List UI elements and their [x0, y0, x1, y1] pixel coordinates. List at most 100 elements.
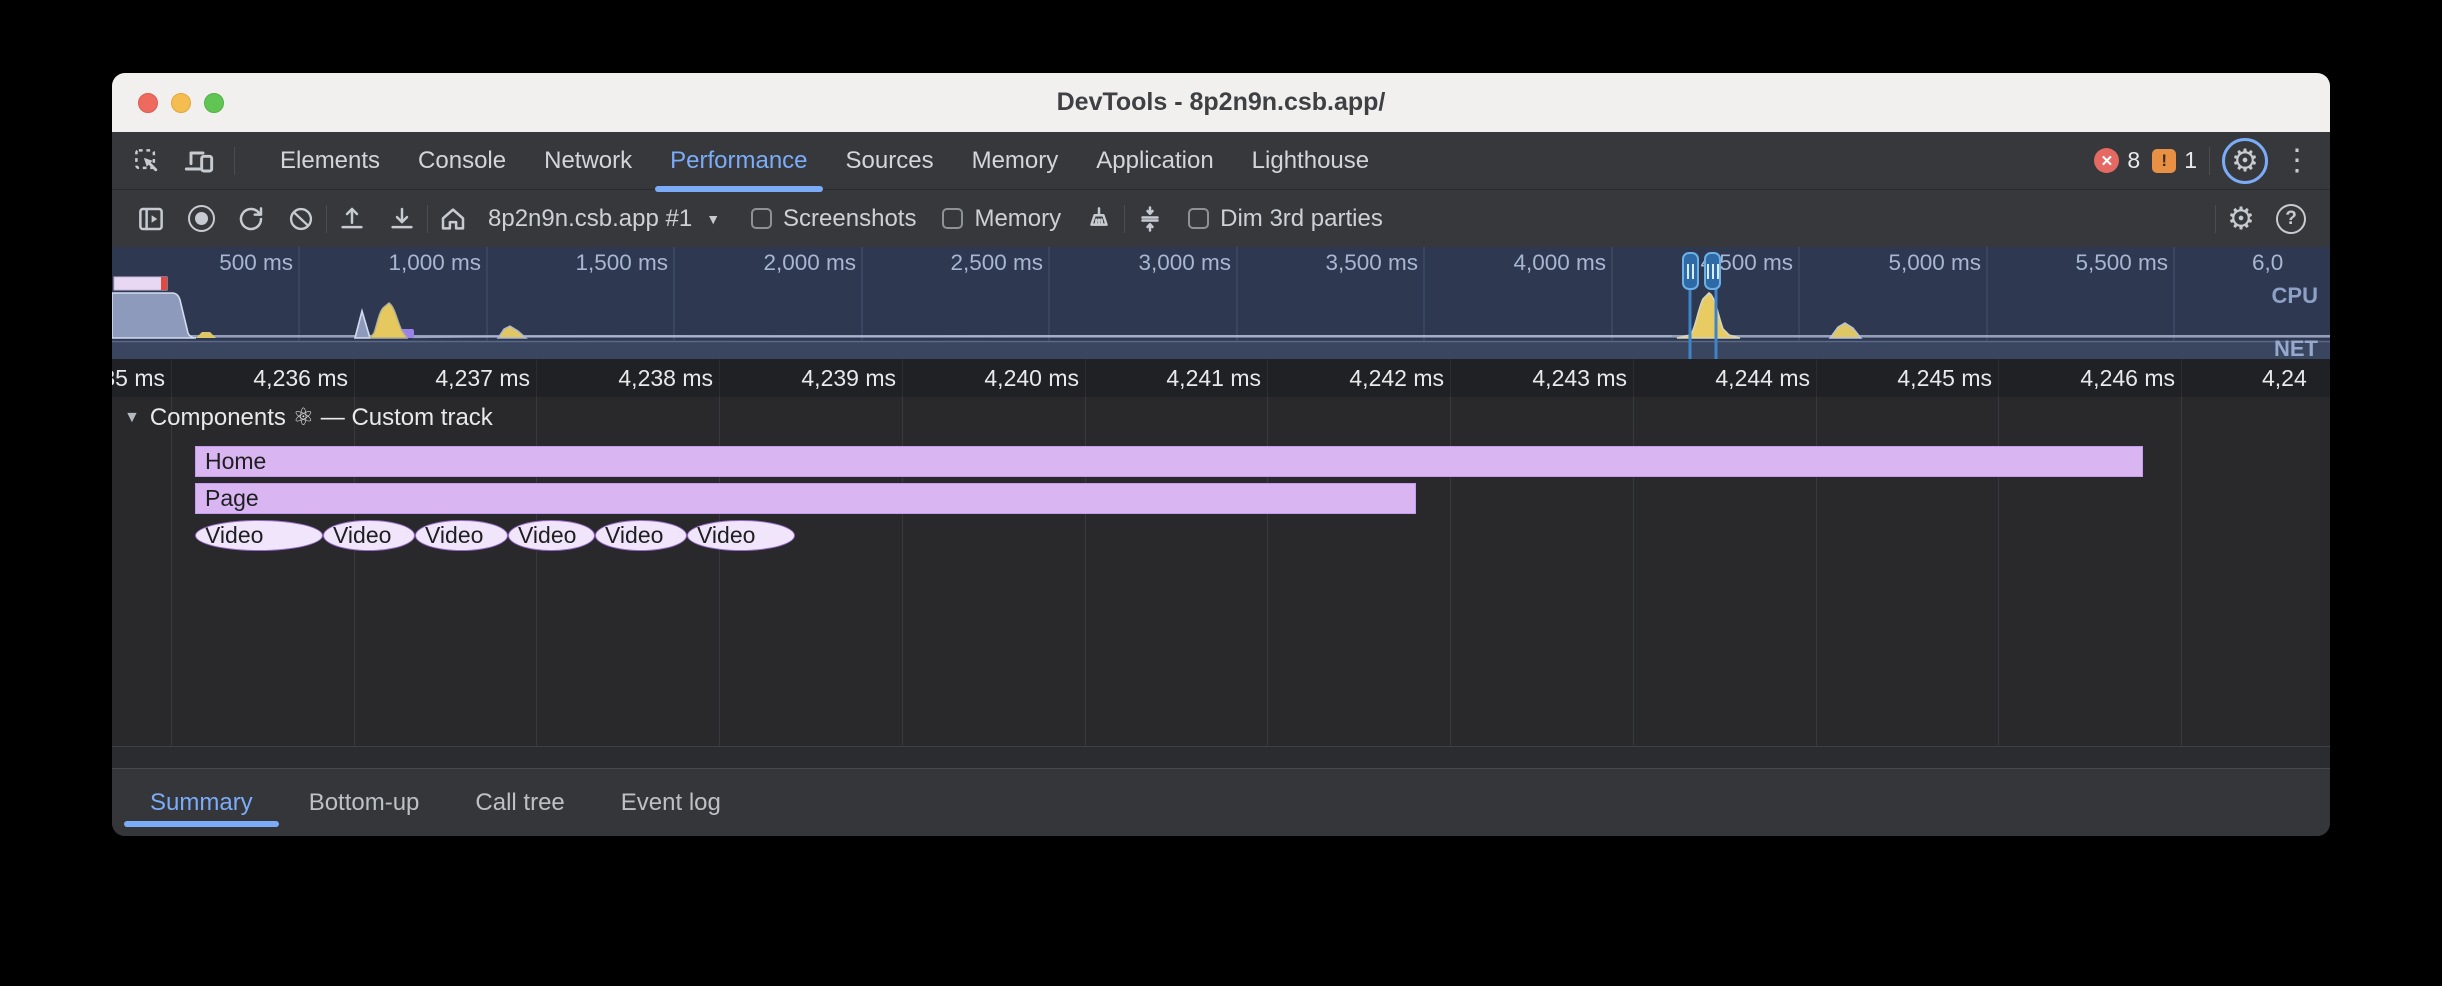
tab-console[interactable]: Console — [399, 132, 525, 189]
history-selected-item: 8p2n9n.csb.app #1 — [488, 205, 692, 233]
download-icon — [387, 204, 417, 234]
selection-window-right-handle[interactable] — [1704, 252, 1721, 290]
tabbar-right-group: ✕ 8 ! 1 ⚙ ⋮ — [2094, 132, 2330, 189]
collapse-icon — [1135, 204, 1165, 234]
issues-indicator[interactable]: ! 1 — [2152, 147, 2197, 174]
device-toolbar-icon — [183, 145, 215, 177]
minimize-window-button[interactable] — [171, 93, 191, 113]
overview-tick: 5,000 ms — [1851, 250, 1981, 276]
zoom-window-button[interactable] — [204, 93, 224, 113]
overview-tick: 500 ms — [163, 250, 293, 276]
inspect-element-button[interactable] — [130, 144, 164, 178]
record-button[interactable] — [183, 201, 219, 237]
tab-memory[interactable]: Memory — [953, 132, 1078, 189]
devtools-tabbar: Elements Console Network Performance Sou… — [112, 132, 2330, 190]
overview-tick: 3,500 ms — [1288, 250, 1418, 276]
history-dropdown[interactable]: 8p2n9n.csb.app #1 ▼ — [488, 205, 720, 233]
device-toolbar-button[interactable] — [182, 144, 216, 178]
overview-tick: 5,500 ms — [2038, 250, 2168, 276]
tab-event-log[interactable]: Event log — [593, 769, 749, 836]
tab-network[interactable]: Network — [525, 132, 651, 189]
collect-garbage-button[interactable] — [1081, 201, 1117, 237]
track-entry-video[interactable]: Video — [687, 520, 795, 551]
feedback-button[interactable]: ? — [2273, 201, 2309, 237]
ruler-tick: 4,243 ms — [1493, 359, 1627, 397]
track-entry-video[interactable]: Video — [508, 520, 595, 551]
details-tabbar: Summary Bottom-up Call tree Event log — [112, 768, 2330, 836]
overview-tick: 2,000 ms — [726, 250, 856, 276]
custom-track-header[interactable]: ▼ Components ⚛ — Custom track — [124, 403, 493, 432]
gear-icon: ⚙ — [2227, 203, 2255, 234]
tab-application[interactable]: Application — [1077, 132, 1232, 189]
ruler-tick: 4,236 ms — [214, 359, 348, 397]
upload-icon — [337, 204, 367, 234]
tab-sources[interactable]: Sources — [827, 132, 953, 189]
toolbar-divider-1 — [326, 205, 327, 233]
ruler-tick: 4,237 ms — [396, 359, 530, 397]
home-icon — [438, 204, 468, 234]
performance-toolbar: 8p2n9n.csb.app #1 ▼ Screenshots Memory — [112, 190, 2330, 247]
gear-icon: ⚙ — [2231, 145, 2259, 176]
load-profile-button[interactable] — [334, 201, 370, 237]
disclosure-triangle-icon: ▼ — [124, 409, 140, 427]
garbage-collect-icon — [1084, 204, 1114, 234]
dim-3rd-parties-checkbox-group[interactable]: Dim 3rd parties — [1188, 205, 1383, 233]
clear-icon — [287, 205, 315, 233]
traffic-lights — [138, 73, 224, 132]
flame-chart-area[interactable]: ▼ Components ⚛ — Custom track Home Page … — [112, 397, 2330, 746]
selection-window-left-handle[interactable] — [1682, 252, 1699, 290]
tab-summary[interactable]: Summary — [122, 769, 281, 836]
track-entry-home[interactable]: Home — [195, 446, 2143, 477]
track-entry-video[interactable]: Video — [323, 520, 415, 551]
titlebar: DevTools - 8p2n9n.csb.app/ — [112, 73, 2330, 132]
screenshots-label: Screenshots — [783, 205, 916, 233]
tab-lighthouse[interactable]: Lighthouse — [1233, 132, 1388, 189]
ruler-tick: 4,238 ms — [579, 359, 713, 397]
tabbar-divider — [234, 147, 235, 175]
capture-settings-button[interactable]: ⚙ — [2223, 201, 2259, 237]
overview-tick: 1,500 ms — [538, 250, 668, 276]
inspect-icon — [132, 146, 162, 176]
timeline-ruler: 35 ms 4,236 ms 4,237 ms 4,238 ms 4,239 m… — [112, 359, 2330, 397]
toolbar-divider-4 — [2215, 205, 2216, 233]
tabbar-right-divider — [2209, 147, 2210, 175]
ruler-tick: 4,240 ms — [945, 359, 1079, 397]
toggle-sidebar-button[interactable] — [133, 201, 169, 237]
overview-tick: 3,000 ms — [1101, 250, 1231, 276]
net-lane-label: NET — [2274, 336, 2318, 359]
track-entry-page[interactable]: Page — [195, 483, 1416, 514]
ruler-tick: 35 ms — [112, 359, 165, 397]
memory-checkbox[interactable] — [942, 208, 963, 229]
console-errors-indicator[interactable]: ✕ 8 — [2094, 147, 2140, 174]
error-icon: ✕ — [2094, 148, 2119, 173]
ruler-tick: 4,24 — [2262, 359, 2330, 397]
devtools-menu-button[interactable]: ⋮ — [2280, 144, 2314, 178]
tab-call-tree[interactable]: Call tree — [447, 769, 592, 836]
screenshots-checkbox[interactable] — [751, 208, 772, 229]
issue-count: 1 — [2184, 147, 2197, 174]
kebab-menu-icon: ⋮ — [2282, 143, 2312, 178]
clear-recording-button[interactable] — [283, 201, 319, 237]
tab-elements[interactable]: Elements — [261, 132, 399, 189]
shortcuts-dialog-button[interactable] — [1132, 201, 1168, 237]
close-window-button[interactable] — [138, 93, 158, 113]
track-entry-video[interactable]: Video — [595, 520, 687, 551]
tab-performance[interactable]: Performance — [651, 132, 826, 189]
track-entry-video[interactable]: Video — [415, 520, 508, 551]
save-profile-button[interactable] — [384, 201, 420, 237]
screenshots-checkbox-group[interactable]: Screenshots — [751, 205, 916, 233]
dim-3rd-parties-checkbox[interactable] — [1188, 208, 1209, 229]
overview-tick: 6,0 — [2252, 250, 2327, 276]
record-and-reload-button[interactable] — [233, 201, 269, 237]
tab-bottom-up[interactable]: Bottom-up — [281, 769, 448, 836]
devtools-settings-button[interactable]: ⚙ — [2222, 138, 2268, 184]
memory-checkbox-group[interactable]: Memory — [942, 205, 1061, 233]
live-metrics-button[interactable] — [435, 201, 471, 237]
devtools-window: DevTools - 8p2n9n.csb.app/ Elements C — [112, 73, 2330, 836]
cpu-lane-label: CPU — [2272, 283, 2318, 309]
ruler-tick: 4,244 ms — [1676, 359, 1810, 397]
issue-icon: ! — [2152, 149, 2176, 173]
ruler-tick: 4,246 ms — [2041, 359, 2175, 397]
timeline-overview[interactable]: 500 ms 1,000 ms 1,500 ms 2,000 ms 2,500 … — [112, 247, 2330, 359]
track-entry-video[interactable]: Video — [195, 520, 323, 551]
